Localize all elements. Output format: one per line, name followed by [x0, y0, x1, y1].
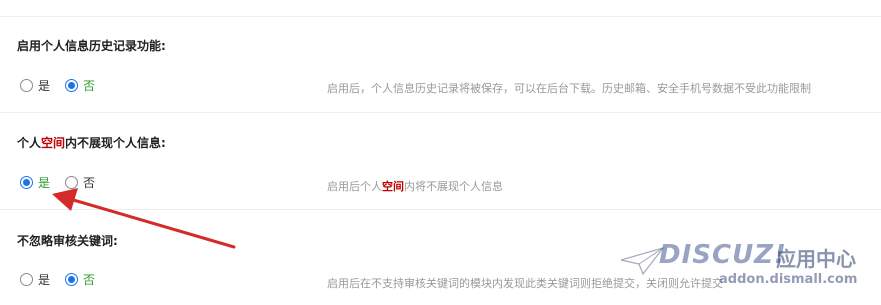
- discuz-watermark: DISCUZ! 应用中心 addon.dismall.com: [619, 238, 869, 294]
- watermark-cn: 应用中心: [776, 247, 856, 271]
- watermark-logo: DISCUZ!: [659, 240, 787, 270]
- watermark-url: addon.dismall.com: [719, 272, 858, 287]
